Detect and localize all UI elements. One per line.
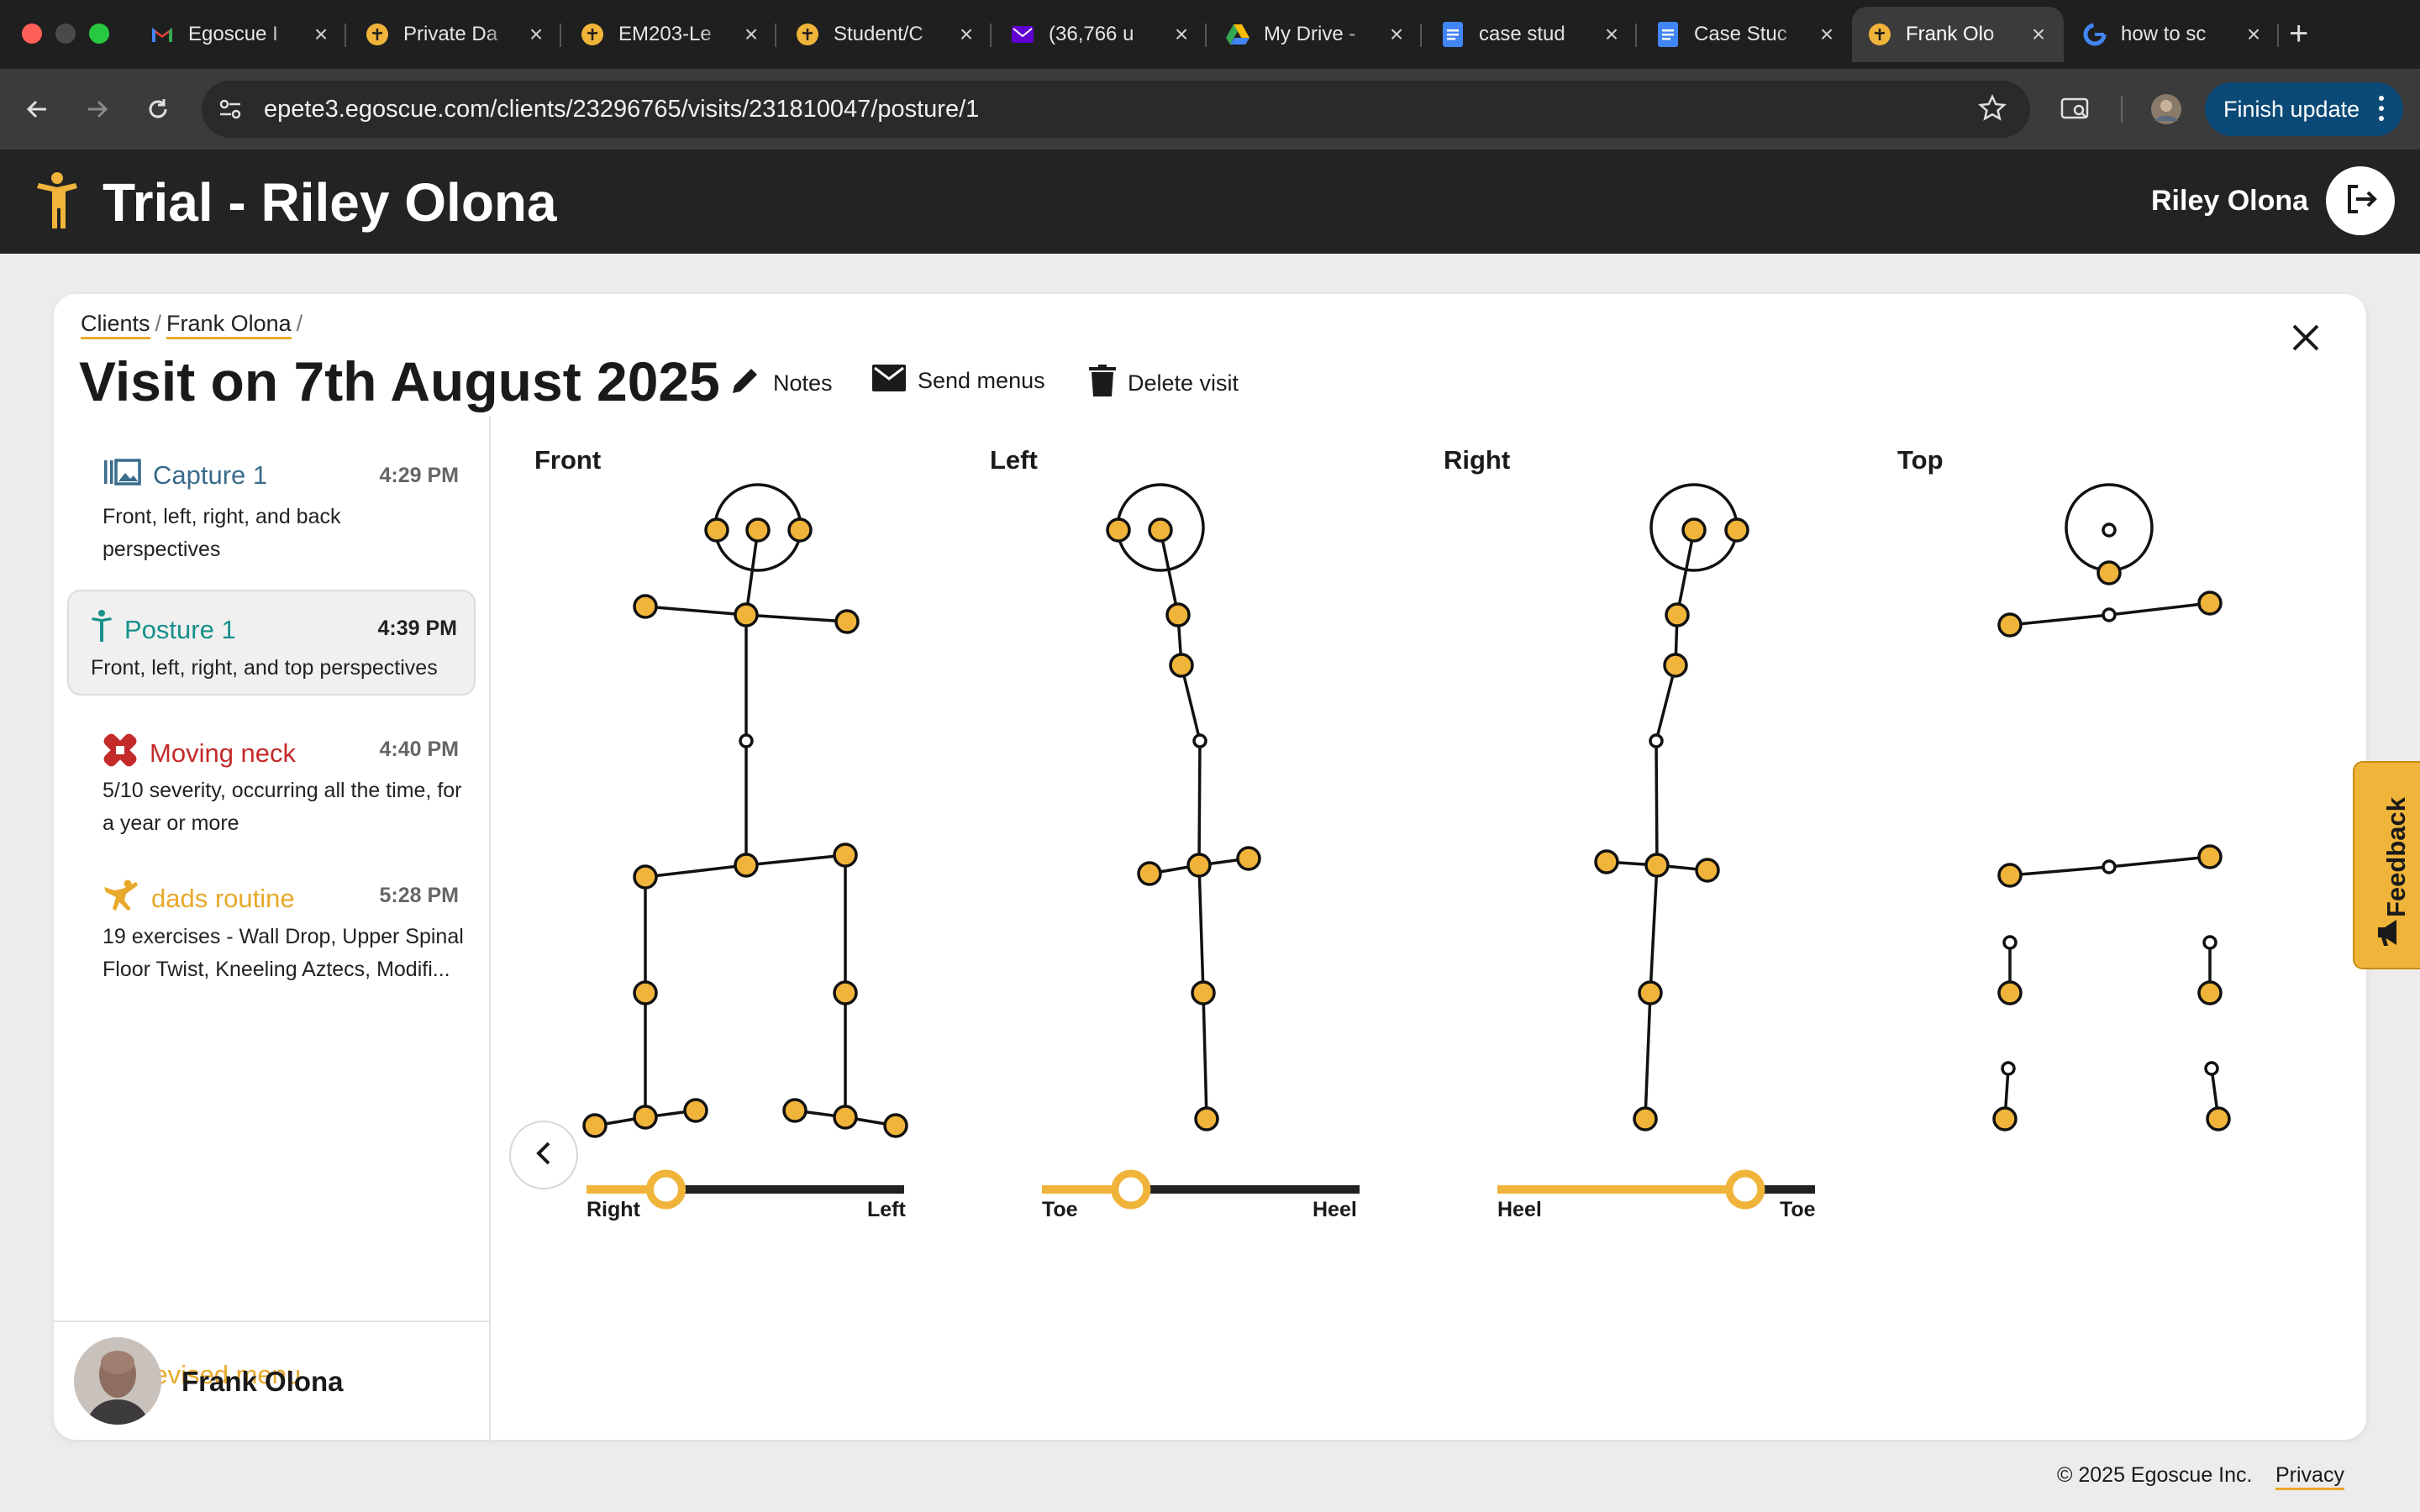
left-shin-line <box>1202 992 1208 1120</box>
top-joints <box>1992 522 2231 1131</box>
right-joint-pelvis-back <box>1594 849 1619 874</box>
left-joint-head-front <box>1106 517 1131 543</box>
top-joint-knee-left <box>2197 980 2223 1005</box>
right-joint-ankle <box>1633 1106 1658 1131</box>
right-joint-shoulder <box>1663 653 1688 678</box>
right-joints <box>1594 517 1749 1131</box>
left-joints <box>1106 517 1261 1131</box>
top-joint-shoulder-right <box>1997 612 2023 638</box>
top-joint-heel-left <box>2204 1061 2219 1076</box>
slider-knob[interactable] <box>1725 1169 1765 1210</box>
top-joint-hip-left <box>2197 844 2223 869</box>
top-hip-line-1 <box>2009 865 2110 877</box>
slider-knob[interactable] <box>646 1169 686 1210</box>
right-shin-line <box>1644 992 1652 1120</box>
top-joint-toe-left <box>2206 1106 2231 1131</box>
slider-label-front-right: Left <box>867 1198 906 1221</box>
front-joint-knee-right <box>633 980 658 1005</box>
footer-copyright: © 2025 Egoscue Inc. <box>2057 1463 2253 1487</box>
top-joint-knee-back-left <box>2202 935 2217 950</box>
front-hip-line-right <box>745 853 846 867</box>
left-joint-ear <box>1148 517 1173 543</box>
left-joint-pelvis-back <box>1236 846 1261 871</box>
top-joint-hip-center <box>2102 859 2117 874</box>
front-shoulder-line-left <box>644 605 747 617</box>
weight-sliders[interactable] <box>587 1169 1815 1210</box>
front-joint-shoulder-left <box>834 609 860 634</box>
top-joint-knee-back-right <box>2002 935 2018 950</box>
left-neck-line-1 <box>1159 529 1180 616</box>
top-joint-heel-right <box>2001 1061 2016 1076</box>
front-joint-mid-spine <box>739 733 754 748</box>
top-joint-hip-right <box>1997 863 2023 888</box>
slider-label-right-right: Toe <box>1780 1198 1816 1221</box>
left-joint-hip <box>1186 853 1212 878</box>
megaphone-icon <box>2375 917 2403 952</box>
top-hip-line-2 <box>2108 855 2211 869</box>
front-joint-foot-left-outer <box>883 1113 908 1138</box>
right-torso-line <box>1655 740 1659 866</box>
right-joint-mid-spine <box>1649 733 1664 748</box>
footer-privacy-link[interactable]: Privacy <box>2275 1463 2344 1490</box>
slider-fill <box>1497 1185 1745 1194</box>
right-skeleton <box>1606 483 1739 1120</box>
top-joint-shoulder-left <box>2197 591 2223 616</box>
left-joint-mid-spine <box>1192 733 1207 748</box>
front-joint-foot-left-inner <box>782 1098 808 1123</box>
front-joint-head-left <box>787 517 813 543</box>
right-thigh-line <box>1649 864 1659 994</box>
top-joint-knee-right <box>1997 980 2023 1005</box>
left-torso-line <box>1197 740 1202 866</box>
right-joint-pelvis-front <box>1695 858 1720 883</box>
front-joint-foot-right-inner <box>683 1098 708 1123</box>
front-joint-head-right <box>704 517 729 543</box>
slider-label-front-left: Right <box>587 1198 640 1221</box>
right-joint-knee <box>1638 980 1663 1005</box>
left-joint-ankle <box>1194 1106 1219 1131</box>
right-neck-line-1 <box>1676 529 1696 616</box>
feedback-label: Feedback <box>2381 796 2411 917</box>
right-joint-hip <box>1644 853 1670 878</box>
front-joint-head-center <box>745 517 771 543</box>
feedback-tab[interactable]: Feedback <box>2353 761 2420 969</box>
front-joint-hip-right <box>633 864 658 890</box>
left-joint-shoulder <box>1169 653 1194 678</box>
front-joint-ankle-right <box>633 1105 658 1130</box>
right-joint-head-front <box>1724 517 1749 543</box>
front-skeleton <box>594 483 897 1127</box>
left-joint-neck <box>1165 602 1191 627</box>
top-shoulder-line-1 <box>2009 613 2110 627</box>
front-joint-hip-left <box>833 843 858 868</box>
top-shoulder-line-2 <box>2108 601 2211 617</box>
front-joint-knee-left <box>833 980 858 1005</box>
right-joint-ear <box>1681 517 1707 543</box>
top-joint-head-center <box>2102 522 2117 538</box>
front-joint-foot-right-outer <box>582 1113 608 1138</box>
front-joint-shoulder-right <box>633 594 658 619</box>
posture-diagram <box>582 483 2231 1210</box>
front-hip-line-left <box>644 864 747 879</box>
top-joint-toe-right <box>1992 1106 2018 1131</box>
slider-label-left-right: Heel <box>1313 1198 1357 1221</box>
slider-label-left-left: Toe <box>1042 1198 1078 1221</box>
top-joint-shoulder-center <box>2102 607 2117 622</box>
front-shoulder-line-right <box>745 613 848 623</box>
left-thigh-line <box>1197 864 1205 994</box>
right-joint-neck <box>1665 602 1690 627</box>
top-joint-nose <box>2096 560 2122 585</box>
front-joint-hip-center <box>734 853 759 878</box>
slider-knob[interactable] <box>1111 1169 1151 1210</box>
front-joint-ankle-left <box>833 1105 858 1130</box>
slider-label-right-left: Heel <box>1497 1198 1542 1221</box>
front-joint-shoulder-center <box>734 602 759 627</box>
left-joint-knee <box>1191 980 1216 1005</box>
left-joint-pelvis-front <box>1137 861 1162 886</box>
left-skeleton <box>1116 483 1249 1120</box>
